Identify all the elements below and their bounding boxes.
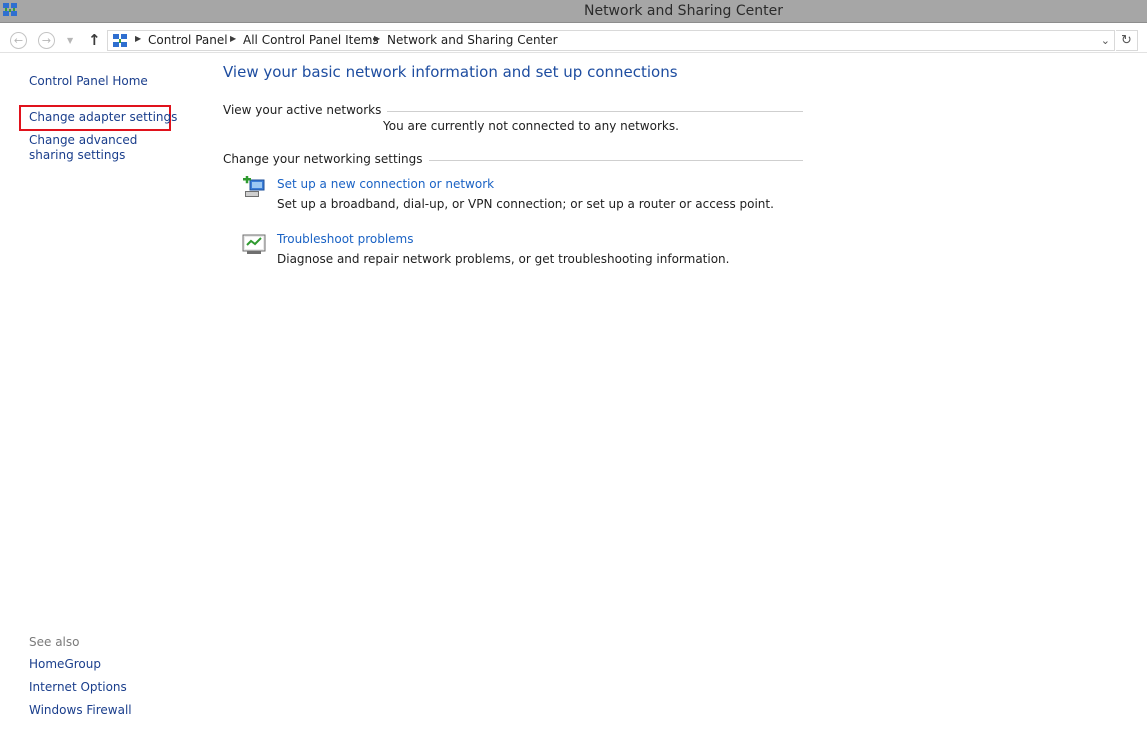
breadcrumb-separator-icon[interactable]: ▶: [374, 34, 380, 43]
new-connection-icon: [243, 176, 265, 197]
setup-new-connection-description: Set up a broadband, dial-up, or VPN conn…: [277, 197, 774, 211]
back-arrow-icon: ←: [13, 34, 24, 47]
breadcrumb-all-items[interactable]: All Control Panel Items: [243, 33, 379, 47]
page-heading: View your basic network information and …: [223, 63, 678, 81]
see-also-homegroup[interactable]: HomeGroup: [29, 657, 101, 672]
window-title: Network and Sharing Center: [583, 3, 783, 19]
sidebar-change-advanced-sharing[interactable]: Change advanced sharing settings: [29, 133, 179, 163]
up-arrow-icon: ↑: [88, 31, 101, 49]
troubleshoot-problems-link[interactable]: Troubleshoot problems: [277, 232, 413, 246]
not-connected-message: You are currently not connected to any n…: [383, 119, 679, 133]
breadcrumb-separator-icon[interactable]: ▶: [230, 34, 236, 43]
breadcrumb-control-panel[interactable]: Control Panel: [148, 33, 228, 47]
troubleshoot-icon: [242, 234, 266, 254]
breadcrumb-network-center[interactable]: Network and Sharing Center: [387, 33, 558, 47]
title-bar: Network and Sharing Center: [0, 0, 1147, 23]
sidebar-control-panel-home[interactable]: Control Panel Home: [29, 74, 148, 89]
networking-settings-label: Change your networking settings: [223, 152, 429, 166]
sidebar-change-adapter-settings[interactable]: Change adapter settings: [29, 110, 177, 125]
see-also-internet-options[interactable]: Internet Options: [29, 680, 127, 695]
refresh-button[interactable]: ↻: [1116, 30, 1138, 51]
see-also-windows-firewall[interactable]: Windows Firewall: [29, 703, 132, 718]
forward-arrow-icon: →: [41, 34, 52, 47]
address-field[interactable]: ▶ Control Panel ▶ All Control Panel Item…: [107, 30, 1115, 51]
up-button[interactable]: ↑: [88, 31, 101, 49]
active-networks-label: View your active networks: [223, 103, 388, 117]
forward-button[interactable]: →: [38, 32, 55, 49]
back-button[interactable]: ←: [10, 32, 27, 49]
see-also-heading: See also: [29, 635, 80, 649]
refresh-icon: ↻: [1121, 33, 1132, 48]
breadcrumb-separator-icon[interactable]: ▶: [135, 34, 141, 43]
network-location-icon: [113, 34, 127, 47]
troubleshoot-problems-description: Diagnose and repair network problems, or…: [277, 252, 730, 266]
chevron-down-icon[interactable]: ⌄: [1101, 34, 1110, 47]
address-bar-row: ← → ▼ ↑ ▶ Control Panel ▶ All Control Pa…: [0, 23, 1147, 53]
recent-locations-button[interactable]: ▼: [67, 36, 73, 45]
setup-new-connection-link[interactable]: Set up a new connection or network: [277, 177, 494, 191]
